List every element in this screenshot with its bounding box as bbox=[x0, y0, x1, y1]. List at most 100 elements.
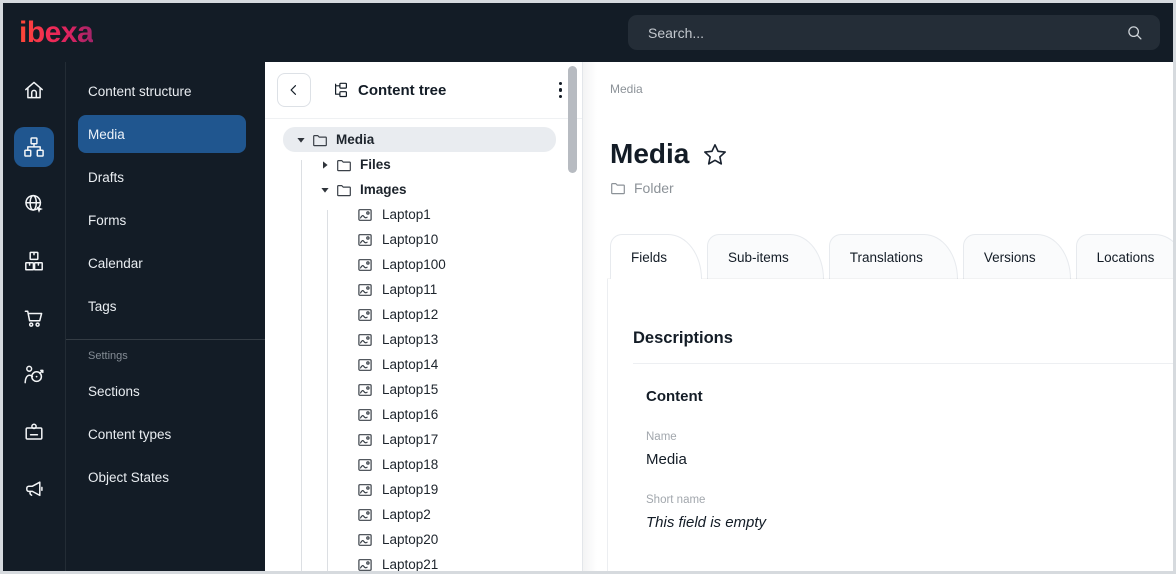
sidebar-item-sections[interactable]: Sections bbox=[78, 372, 246, 410]
sidebar-item-content-structure[interactable]: Content structure bbox=[78, 72, 246, 110]
image-icon bbox=[357, 407, 373, 423]
tree-item[interactable]: Laptop100 bbox=[283, 252, 556, 277]
sidebar-item-label: Content structure bbox=[88, 83, 192, 99]
field-group-content: Content Name Media Short name This field… bbox=[633, 388, 1143, 531]
sidebar-item-drafts[interactable]: Drafts bbox=[78, 158, 246, 196]
image-icon bbox=[357, 482, 373, 498]
image-icon bbox=[357, 432, 373, 448]
group-heading: Content bbox=[646, 388, 703, 405]
tree-item-label: Laptop11 bbox=[382, 282, 438, 297]
tree-item-media[interactable]: Media bbox=[283, 127, 556, 152]
image-icon bbox=[357, 232, 373, 248]
image-icon bbox=[357, 282, 373, 298]
page-title: Media bbox=[610, 138, 690, 169]
rail-item-dashboard[interactable] bbox=[14, 70, 54, 110]
sidebar-item-forms[interactable]: Forms bbox=[78, 201, 246, 239]
favorite-star-icon[interactable] bbox=[702, 142, 728, 168]
content-structure-icon bbox=[22, 135, 46, 159]
tree-item[interactable]: Laptop21 bbox=[283, 552, 556, 571]
rail-item-personalization[interactable] bbox=[14, 355, 54, 395]
tree-item-label: Laptop16 bbox=[382, 407, 439, 422]
tree-item-label: Laptop18 bbox=[382, 457, 439, 472]
tree-item[interactable]: Laptop11 bbox=[283, 277, 556, 302]
tree-item[interactable]: Laptop10 bbox=[283, 227, 556, 252]
tree-item-label: Laptop20 bbox=[382, 532, 439, 547]
tree-item[interactable]: Laptop20 bbox=[283, 527, 556, 552]
sidebar-item-label: Tags bbox=[88, 298, 117, 314]
tree-item-label: Laptop10 bbox=[382, 232, 439, 247]
content-tree-panel: Content tree Media Files Images Laptop1 … bbox=[265, 62, 583, 571]
image-icon bbox=[357, 532, 373, 548]
sidebar-item-object-states[interactable]: Object States bbox=[78, 458, 246, 496]
tree-item-label: Laptop12 bbox=[382, 307, 439, 322]
sidebar-item-media[interactable]: Media bbox=[78, 115, 246, 153]
section-divider bbox=[633, 363, 1173, 364]
tab-fields[interactable]: Fields bbox=[610, 234, 703, 279]
tree-item-label: Media bbox=[336, 132, 375, 147]
tab-label: Versions bbox=[983, 249, 1036, 265]
personalization-target-icon bbox=[22, 363, 46, 387]
tree-item[interactable]: Laptop2 bbox=[283, 502, 556, 527]
top-bar: ibexa bbox=[3, 3, 1173, 62]
admin-badge-icon bbox=[22, 420, 46, 444]
tree-item[interactable]: Laptop14 bbox=[283, 352, 556, 377]
search-icon[interactable] bbox=[1126, 24, 1143, 41]
home-icon bbox=[22, 78, 46, 102]
tree-item[interactable]: Laptop12 bbox=[283, 302, 556, 327]
tree-item-label: Laptop15 bbox=[382, 382, 439, 397]
campaign-megaphone-icon bbox=[22, 477, 46, 501]
sidebar-divider bbox=[66, 339, 265, 340]
ibexa-logo[interactable]: ibexa bbox=[19, 16, 94, 50]
field-value: Media bbox=[646, 451, 687, 468]
tree-item[interactable]: Laptop18 bbox=[283, 452, 556, 477]
tree-item-label: Laptop17 bbox=[382, 432, 439, 447]
tree-item[interactable]: Laptop13 bbox=[283, 327, 556, 352]
field-label: Name bbox=[646, 431, 677, 443]
tree-item[interactable]: Laptop15 bbox=[283, 377, 556, 402]
rail-item-site[interactable] bbox=[14, 184, 54, 224]
sidebar-item-label: Calendar bbox=[88, 255, 143, 271]
tab-translations[interactable]: Translations bbox=[828, 234, 958, 279]
ibexa-admin-window: ibexa Content structure Media Drafts For… bbox=[0, 0, 1176, 574]
tree-item-label: Laptop13 bbox=[382, 332, 439, 347]
global-search[interactable] bbox=[628, 15, 1160, 50]
tree-item-images[interactable]: Images bbox=[283, 177, 556, 202]
rail-item-commerce[interactable] bbox=[14, 298, 54, 338]
caret-down-icon[interactable] bbox=[320, 185, 330, 195]
search-input[interactable] bbox=[648, 24, 1126, 41]
chevron-left-icon bbox=[286, 82, 302, 98]
kebab-menu-icon[interactable] bbox=[555, 78, 567, 103]
rail-item-content[interactable] bbox=[14, 127, 54, 167]
caret-right-icon[interactable] bbox=[320, 160, 330, 170]
commerce-cart-icon bbox=[22, 306, 46, 330]
sidebar-item-tags[interactable]: Tags bbox=[78, 287, 246, 325]
image-icon bbox=[357, 382, 373, 398]
collapse-tree-button[interactable] bbox=[277, 73, 311, 107]
tree-scrollbar[interactable] bbox=[568, 66, 577, 173]
tab-label: Translations bbox=[849, 249, 923, 265]
image-icon bbox=[357, 207, 373, 223]
tab-label: Sub-items bbox=[728, 249, 789, 265]
rail-item-campaigns[interactable] bbox=[14, 469, 54, 509]
tree-item-label: Laptop100 bbox=[382, 257, 446, 272]
tab-versions[interactable]: Versions bbox=[962, 234, 1071, 279]
sidebar-item-calendar[interactable]: Calendar bbox=[78, 244, 246, 282]
tab-sub-items[interactable]: Sub-items bbox=[707, 234, 824, 279]
tree-item-label: Laptop14 bbox=[382, 357, 439, 372]
tree-item[interactable]: Laptop16 bbox=[283, 402, 556, 427]
sidebar-item-content-types[interactable]: Content types bbox=[78, 415, 246, 453]
tree-item-files[interactable]: Files bbox=[283, 152, 556, 177]
tab-locations[interactable]: Locations bbox=[1075, 234, 1173, 279]
caret-down-icon[interactable] bbox=[296, 135, 306, 145]
breadcrumb[interactable]: Media bbox=[610, 82, 1173, 96]
section-heading: Descriptions bbox=[633, 329, 733, 347]
tree-item[interactable]: Laptop17 bbox=[283, 427, 556, 452]
tree-item-label: Laptop21 bbox=[382, 557, 439, 571]
tree-item[interactable]: Laptop19 bbox=[283, 477, 556, 502]
tree-item-label: Files bbox=[360, 157, 391, 172]
sidebar-menu: Content structure Media Drafts Forms Cal… bbox=[66, 62, 265, 571]
image-icon bbox=[357, 557, 373, 572]
rail-item-products[interactable] bbox=[14, 241, 54, 281]
tree-item[interactable]: Laptop1 bbox=[283, 202, 556, 227]
rail-item-admin[interactable] bbox=[14, 412, 54, 452]
